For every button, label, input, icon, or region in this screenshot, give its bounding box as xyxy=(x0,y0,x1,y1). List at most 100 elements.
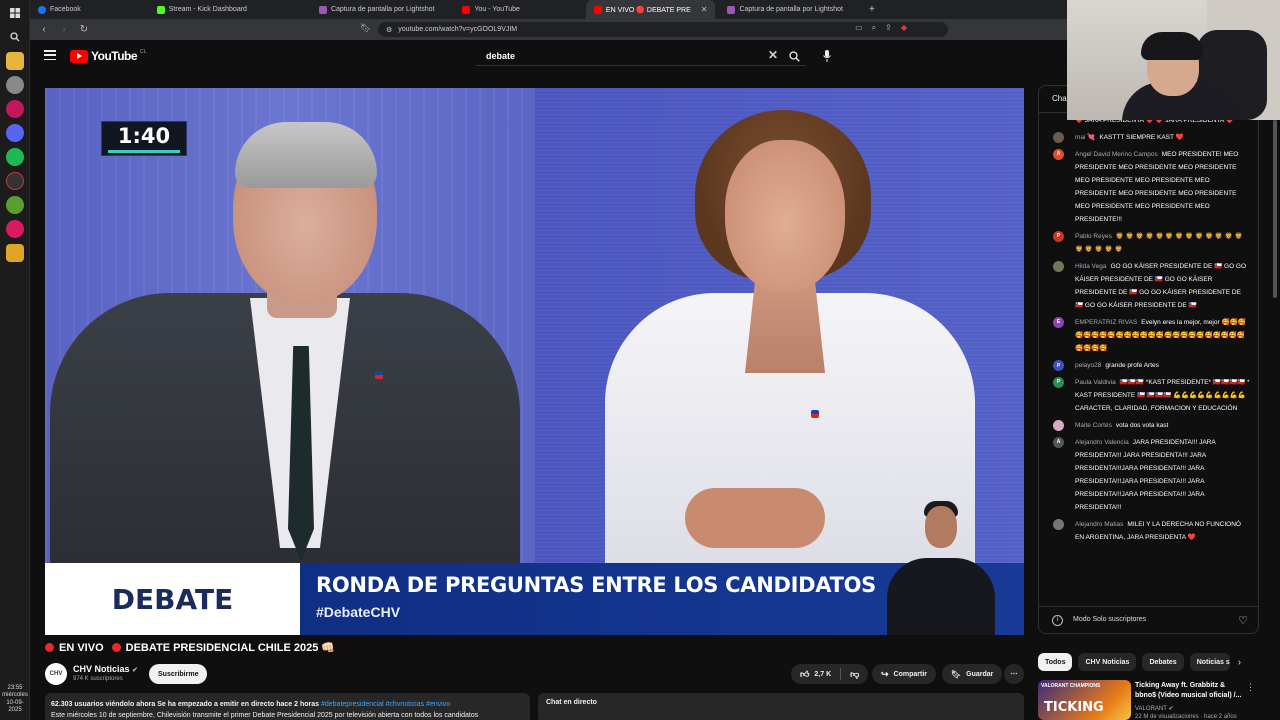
avatar[interactable] xyxy=(1053,132,1064,143)
browser-tab[interactable]: Facebook xyxy=(30,0,89,19)
lower-third-hashtag: #DebateCHV xyxy=(316,604,401,620)
chat-message-text: JARA PRESIDENTA!!! JARA PRESIDENTA!!! JA… xyxy=(1075,439,1216,511)
chip-chv-noticias[interactable]: CHV Noticias xyxy=(1078,653,1137,671)
chip-debates[interactable]: Debates xyxy=(1142,653,1184,671)
lower-third-brand-box: DEBATE xyxy=(45,563,300,635)
heart-reaction-icon[interactable]: ♡ xyxy=(1238,614,1248,627)
related-video-channel: VALORANT ✔ xyxy=(1135,705,1174,712)
chat-message: A Angel David Merino Campos MEO PRESIDENTE… xyxy=(1039,148,1258,226)
video-player[interactable]: 1:40 DEBATE RONDA DE PREGUNTAS ENTRE LOS… xyxy=(45,88,1024,635)
avatar[interactable]: E xyxy=(1053,317,1064,328)
microphone-icon xyxy=(823,50,831,62)
browser-tab[interactable]: Captura de pantalla por Lightshot xyxy=(311,0,443,19)
avatar[interactable]: CHV xyxy=(45,663,67,685)
new-tab-button[interactable]: + xyxy=(861,0,883,19)
extension-icon[interactable]: ◆ xyxy=(901,23,907,33)
live-chat-panel: Cha ❤️ JARA PRESIDENTA ❤️ ❤️ JARA PRESID… xyxy=(1038,85,1259,634)
search-value: debate xyxy=(486,50,516,61)
omnibox-actions: ▭ ⌕ ⇪ ◆ xyxy=(855,23,907,33)
like-count: 2,7 K xyxy=(814,670,832,678)
chat-message: Alejandro Matias MILEI Y LA DERECHA NO FU… xyxy=(1039,518,1258,544)
related-video-title[interactable]: Ticking Away ft. Grabbitz & bbno$ (Video… xyxy=(1135,681,1247,701)
browser-tab-active[interactable]: EN VIVO 🔴 DEBATE PRE ✕ xyxy=(585,0,716,19)
app-icon[interactable] xyxy=(5,220,24,238)
chat-author[interactable]: Alejandro Valencia xyxy=(1075,439,1129,446)
country-code: CL xyxy=(140,49,147,55)
share-button[interactable]: ↪ Compartir xyxy=(872,664,936,684)
forward-icon[interactable]: › xyxy=(58,24,70,35)
chat-author[interactable]: Pablo Reyes xyxy=(1075,233,1112,240)
avatar[interactable] xyxy=(1053,519,1064,530)
chat-author[interactable]: Angel David Merino Campos xyxy=(1075,151,1158,158)
browser-tab[interactable]: You - YouTube xyxy=(454,0,527,19)
avatar[interactable]: p xyxy=(1053,360,1064,371)
related-video-item[interactable]: VALORANT CHAMPIONS TICKING Ticking Away … xyxy=(1038,680,1259,720)
bookmark-icon[interactable]: 🔖︎ xyxy=(360,23,371,34)
chat-author[interactable]: mai 💘 xyxy=(1075,134,1095,141)
site-info-icon[interactable]: ⚙ xyxy=(386,26,392,34)
search-input[interactable]: debate ✕ xyxy=(476,46,806,66)
avatar[interactable]: P xyxy=(1053,377,1064,388)
avatar[interactable]: A xyxy=(1053,149,1064,160)
cast-icon[interactable]: ▭ xyxy=(855,23,863,33)
menu-icon[interactable] xyxy=(44,50,56,60)
youtube-header: YouTube CL debate ✕ xyxy=(30,40,1067,74)
chat-author[interactable]: Paula Valdivia xyxy=(1075,379,1116,386)
voice-search-button[interactable] xyxy=(818,47,836,65)
page-scrollbar[interactable] xyxy=(1273,120,1277,298)
thumbs-down-icon[interactable]: 👎︎ xyxy=(850,669,859,680)
chat-message-list[interactable]: ❤️ JARA PRESIDENTA ❤️ ❤️ JARA PRESIDENTA… xyxy=(1039,114,1258,604)
clear-search-icon[interactable]: ✕ xyxy=(768,48,778,62)
related-video-thumbnail[interactable]: VALORANT CHAMPIONS TICKING xyxy=(1038,680,1131,720)
like-button[interactable]: 👍︎ 2,7 K 👎︎ xyxy=(791,664,869,684)
search-icon[interactable] xyxy=(6,28,24,46)
description-hashtags[interactable]: #debatepresidencial #chvnoticias #envivo xyxy=(321,701,450,708)
youtube-icon xyxy=(462,5,471,14)
file-explorer-icon[interactable] xyxy=(5,52,24,70)
chat-author[interactable]: pelayo28 xyxy=(1075,362,1101,369)
avatar[interactable]: P xyxy=(1053,231,1064,242)
more-actions-button[interactable]: ⋯ xyxy=(1004,664,1024,684)
notes-icon[interactable] xyxy=(5,244,24,262)
spotify-icon[interactable] xyxy=(5,148,24,166)
video-title: EN VIVO DEBATE PRESIDENCIAL CHILE 2025 👊… xyxy=(45,641,335,654)
chip-todos[interactable]: Todos xyxy=(1038,653,1073,671)
bookmark-icon: 🔖︎ xyxy=(951,669,962,679)
chat-message: mai 💘 KASTTT SIEMPRE KAST ❤️ xyxy=(1039,131,1258,144)
system-clock[interactable]: 23:55 miércoles 10-09-2025 xyxy=(0,685,30,714)
chat-author[interactable]: EMPERATRIZ RIVAS xyxy=(1075,319,1137,326)
chat-author[interactable]: Alejandro Matias xyxy=(1075,521,1123,528)
chip-noticias[interactable]: Noticias su xyxy=(1189,653,1230,671)
avatar[interactable]: A xyxy=(1053,437,1064,448)
chat-author[interactable]: Maite Cortés xyxy=(1075,422,1112,429)
reload-icon[interactable]: ↻ xyxy=(78,24,90,35)
info-icon[interactable]: i xyxy=(1052,615,1063,626)
channel-name[interactable]: CHV Noticias ✔ xyxy=(73,664,138,674)
obs-icon[interactable] xyxy=(5,172,24,190)
browser-tab[interactable]: Stream - Kick Dashboard xyxy=(149,0,255,19)
avatar[interactable] xyxy=(1053,420,1064,431)
save-button[interactable]: 🔖︎ Guardar xyxy=(942,664,1003,684)
youtube-logo[interactable]: YouTube CL xyxy=(70,49,146,63)
live-chat-replay-box[interactable]: Chat en directo xyxy=(538,693,1024,720)
zoom-icon[interactable]: ⌕ xyxy=(872,23,876,33)
subscribe-button[interactable]: Suscribirme xyxy=(149,664,208,684)
lower-third-title: RONDA DE PREGUNTAS ENTRE LOS CANDIDATOS xyxy=(316,573,876,597)
video-description[interactable]: 62.303 usuarios viéndolo ahora Se ha emp… xyxy=(45,693,530,720)
timer-value: 1:40 xyxy=(117,124,171,148)
xbox-icon[interactable] xyxy=(5,196,24,214)
close-icon[interactable]: ✕ xyxy=(701,5,708,14)
browser-tab[interactable]: Captura de pantalla por Lightshot xyxy=(719,0,851,19)
back-icon[interactable]: ‹ xyxy=(38,24,50,35)
discord-icon[interactable] xyxy=(5,124,24,142)
share-icon[interactable]: ⇪ xyxy=(885,23,892,33)
more-vert-icon[interactable]: ⋮ xyxy=(1246,682,1255,693)
chevron-right-icon[interactable]: › xyxy=(1238,657,1241,668)
windows-start-icon[interactable] xyxy=(6,4,24,22)
search-button[interactable] xyxy=(782,46,806,66)
browser-icon[interactable] xyxy=(5,76,24,94)
url-text: youtube.com/watch?v=ycGOOL9VJIM xyxy=(398,26,518,33)
opera-gx-icon[interactable] xyxy=(5,100,24,118)
chat-author[interactable]: Hilda Vega xyxy=(1075,263,1106,270)
avatar[interactable] xyxy=(1053,261,1064,272)
